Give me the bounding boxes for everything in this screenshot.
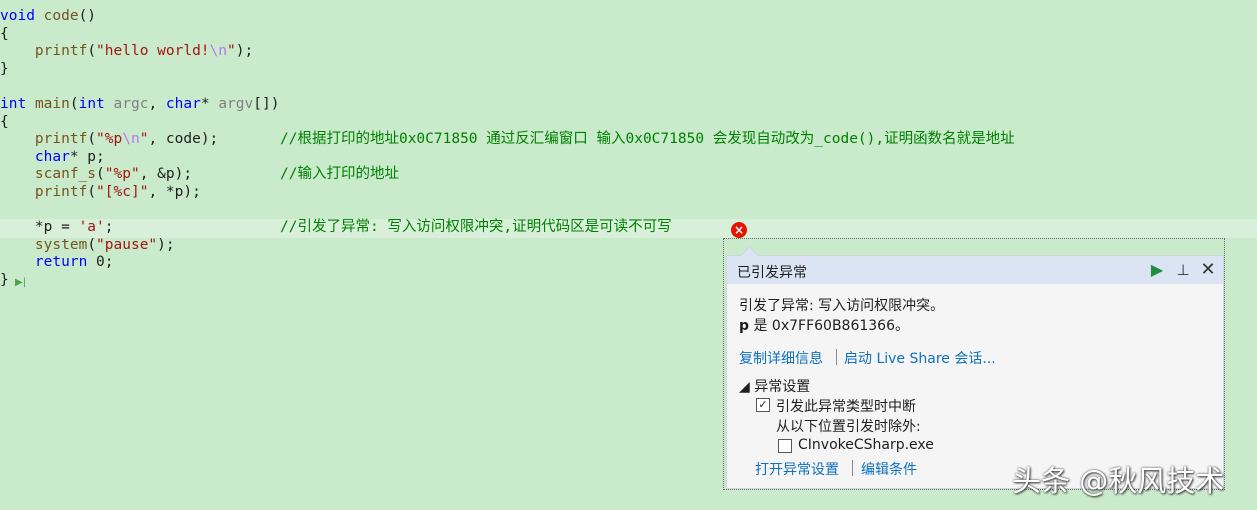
code-text: () (78, 8, 97, 24)
exception-popup: 已引发异常 ▶ ⊥ ✕ 引发了异常: 写入访问权限冲突。 p 是 0x7FF60… (723, 238, 1225, 490)
code-line-1[interactable]: void code() (0, 8, 96, 26)
module-exclude-checkbox[interactable] (778, 439, 792, 453)
keyword: void (0, 8, 35, 24)
string-literal: " (227, 43, 236, 59)
code-text: *p = (34, 219, 79, 235)
code-text: ( (87, 131, 97, 147)
code-text: * (200, 96, 219, 112)
code-comment-line-8: //根据打印的地址0x0C71850 通过反汇编窗口 输入0x0C71850 会… (280, 131, 1015, 147)
watermark: 头条 @秋风技术 (1012, 464, 1225, 498)
code-comment-line-13: //引发了异常: 写入访问权限冲突,证明代码区是可读不可写 (280, 219, 672, 235)
break-on-exception-checkbox[interactable]: ✓ (756, 398, 770, 412)
code-text: , *p); (148, 184, 201, 200)
exception-popup-body: 已引发异常 ▶ ⊥ ✕ 引发了异常: 写入访问权限冲突。 p 是 0x7FF60… (726, 246, 1224, 489)
module-exclude-label: CInvokeCSharp.exe (798, 437, 934, 453)
code-line-2[interactable]: { (0, 26, 9, 44)
code-line-9[interactable]: char* p; (0, 149, 105, 167)
string-literal: "%p (96, 131, 123, 147)
link-separator (836, 349, 837, 365)
except-when-thrown-label: 从以下位置引发时除外: (776, 419, 921, 435)
pin-icon[interactable]: ⊥ (1173, 260, 1193, 280)
code-text: , &p); (139, 166, 193, 182)
function-name: main (34, 96, 70, 112)
exception-message: 引发了异常: 写入访问权限冲突。 (739, 298, 945, 314)
function-name: system (34, 237, 88, 253)
code-line-3[interactable]: printf("hello world!\n"); (0, 43, 253, 61)
keyword: int (0, 96, 27, 112)
open-exception-settings-link[interactable]: 打开异常设置 (755, 459, 839, 479)
string-literal: 'a' (78, 219, 105, 235)
keyword: return (34, 254, 88, 270)
code-text: ( (69, 96, 79, 112)
function-name: printf (34, 131, 88, 147)
code-line-15[interactable]: return 0; (0, 254, 114, 272)
code-text: * p; (69, 149, 105, 165)
variable-name: p (739, 318, 750, 334)
code-line-11[interactable]: printf("[%c]", *p); (0, 184, 201, 202)
keyword: char (34, 149, 70, 165)
code-text: , code); (148, 131, 219, 147)
code-text: } (0, 272, 9, 288)
run-to-cursor-icon[interactable]: ▶| (15, 277, 26, 288)
function-name: printf (34, 43, 88, 59)
exception-popup-header: 已引发异常 ▶ ⊥ ✕ (727, 256, 1223, 284)
escape-sequence: \n (122, 131, 140, 147)
popup-title: 已引发异常 (737, 265, 807, 281)
break-on-exception-label: 引发此异常类型时中断 (776, 399, 916, 415)
code-line-6[interactable]: int main(int argc, char* argv[]) (0, 96, 279, 114)
code-line-14[interactable]: system("pause"); (0, 237, 175, 255)
string-literal: "[%c]" (96, 184, 149, 200)
string-literal: "hello world! (96, 43, 210, 59)
code-line-8[interactable]: printf("%p\n", code); (0, 131, 218, 149)
close-icon[interactable]: ✕ (1198, 260, 1218, 280)
code-text: { (0, 26, 9, 42)
code-comment-line-10: //输入打印的地址 (280, 166, 399, 182)
keyword: int (78, 96, 105, 112)
string-literal: "%p" (104, 166, 140, 182)
parameter: argc (113, 96, 149, 112)
code-text: []) (253, 96, 280, 112)
code-text: ( (87, 184, 97, 200)
code-text: , (148, 96, 166, 112)
error-icon[interactable]: × (731, 222, 747, 238)
edit-conditions-link[interactable]: 编辑条件 (861, 459, 917, 479)
code-text: } (0, 61, 9, 77)
copy-details-link[interactable]: 复制详细信息 (739, 348, 823, 368)
code-text: ( (96, 166, 105, 182)
code-line-16[interactable]: } (0, 272, 9, 290)
code-text: ; (104, 219, 114, 235)
code-line-10[interactable]: scanf_s("%p", &p); (0, 166, 192, 184)
code-line-13[interactable]: *p = 'a'; (0, 219, 114, 237)
function-name: scanf_s (34, 166, 97, 182)
continue-play-icon[interactable]: ▶ (1147, 260, 1167, 280)
code-text: ( (87, 43, 97, 59)
code-line-7[interactable]: { (0, 114, 9, 132)
code-line-4[interactable]: } (0, 61, 9, 79)
link-separator (852, 460, 853, 476)
function-name: printf (34, 184, 88, 200)
code-text: ); (157, 237, 175, 253)
exception-settings-header[interactable]: ◢ 异常设置 (739, 376, 810, 396)
keyword: char (165, 96, 201, 112)
code-text: { (0, 114, 9, 130)
function-name: code (43, 8, 79, 24)
code-text: 0; (87, 254, 114, 270)
escape-sequence: \n (209, 43, 228, 59)
code-text: ( (87, 237, 97, 253)
variable-value-line: p 是 0x7FF60B861366。 (739, 315, 909, 335)
start-live-share-link[interactable]: 启动 Live Share 会话... (844, 348, 996, 368)
variable-value: 是 0x7FF60B861366。 (749, 318, 909, 334)
parameter: argv (218, 96, 254, 112)
string-literal: "pause" (96, 237, 158, 253)
code-text: ); (235, 43, 254, 59)
